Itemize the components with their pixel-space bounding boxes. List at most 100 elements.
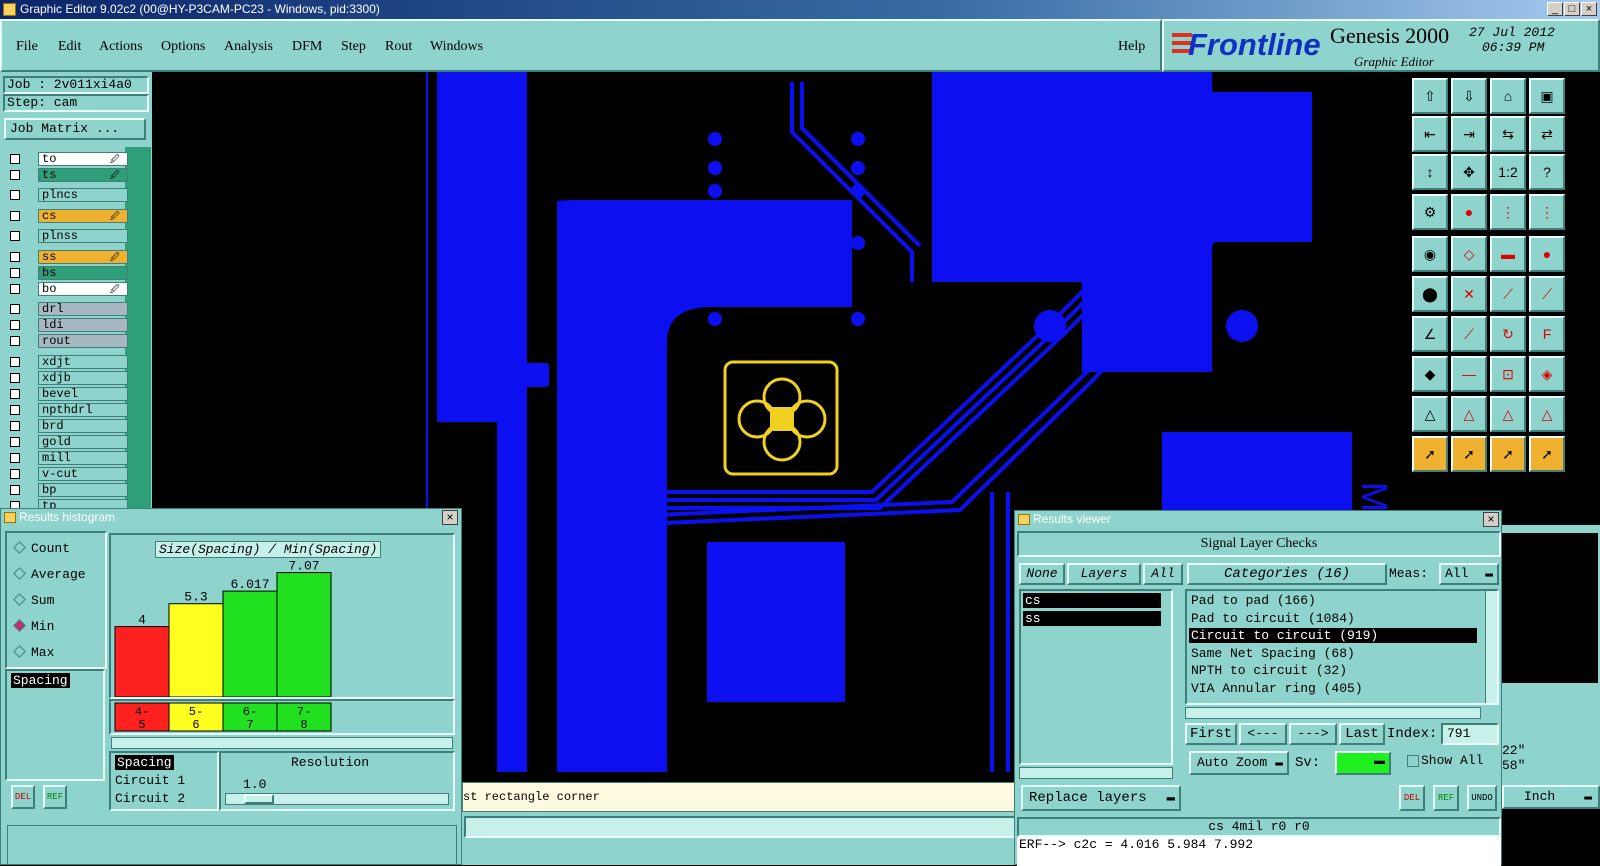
layer-checkbox[interactable] xyxy=(10,154,20,164)
maximize-button[interactable]: □ xyxy=(1564,2,1580,16)
layer-row-rout[interactable]: rout xyxy=(6,334,128,348)
menu-dfm[interactable]: DFM xyxy=(292,39,322,55)
layer-checkbox[interactable] xyxy=(10,421,20,431)
mode-min[interactable]: Min xyxy=(13,619,54,634)
layer-name[interactable]: bevel xyxy=(38,387,128,401)
feature-icon[interactable]: ◆ xyxy=(1412,356,1448,392)
layer-item-cs[interactable]: cs xyxy=(1023,593,1161,608)
job-matrix-button[interactable]: Job Matrix ... xyxy=(4,118,146,140)
settings-icon[interactable]: ⚙ xyxy=(1412,194,1448,230)
auto-zoom-select[interactable]: Auto Zoom ▬ xyxy=(1189,751,1289,775)
layer-row-plnss[interactable]: plnss xyxy=(6,229,128,243)
layer-checkbox[interactable] xyxy=(10,252,20,262)
category-item[interactable]: Circuit to circuit (919) xyxy=(1189,628,1477,643)
mirror-icon[interactable]: F xyxy=(1529,316,1565,352)
grid-icon[interactable]: ▣ xyxy=(1529,78,1565,114)
layer-checkbox[interactable] xyxy=(10,284,20,294)
all-button[interactable]: All xyxy=(1143,563,1183,585)
categories-button[interactable]: Categories (16) xyxy=(1187,563,1387,585)
menu-analysis[interactable]: Analysis xyxy=(224,39,273,55)
pad-icon[interactable]: ● xyxy=(1529,236,1565,272)
layers-a-icon[interactable]: ⋮ xyxy=(1490,194,1526,230)
layer-name[interactable]: drl xyxy=(38,302,128,316)
layer-results-list[interactable]: cs ss xyxy=(1019,589,1173,765)
histogram-bar[interactable] xyxy=(276,572,332,697)
tri-c-icon[interactable]: △ xyxy=(1490,396,1526,432)
hline-icon[interactable]: ― xyxy=(1451,356,1487,392)
layers-button[interactable]: Layers xyxy=(1067,563,1141,585)
layer-row-brd[interactable]: brd xyxy=(6,419,128,433)
index-input[interactable]: 791 xyxy=(1441,723,1499,745)
line-a-icon[interactable]: ⟋ xyxy=(1490,276,1526,312)
angle-icon[interactable]: ∠ xyxy=(1412,316,1448,352)
histogram-list[interactable]: Spacing Circuit 1 Circuit 2 xyxy=(109,751,219,811)
menu-options[interactable]: Options xyxy=(161,39,205,55)
mode-list[interactable]: Spacing xyxy=(5,669,105,781)
layer-checkbox[interactable] xyxy=(10,268,20,278)
fit-height-icon[interactable]: ↕ xyxy=(1412,154,1448,190)
swap-icon[interactable]: ⇆ xyxy=(1490,116,1526,152)
down-layer-icon[interactable]: ⇩ xyxy=(1451,78,1487,114)
menu-rout[interactable]: Rout xyxy=(385,39,412,55)
minimize-button[interactable]: _ xyxy=(1547,2,1563,16)
layer-row-npthdrl[interactable]: npthdrl xyxy=(6,403,128,417)
histogram-bar[interactable] xyxy=(114,626,170,697)
rotate-icon[interactable]: ↻ xyxy=(1490,316,1526,352)
layer-name[interactable]: npthdrl xyxy=(38,403,128,417)
layer-checkbox[interactable] xyxy=(10,336,20,346)
layer-name[interactable]: bs xyxy=(38,266,128,280)
layer-name[interactable]: mill xyxy=(38,451,128,465)
layer-row-plncs[interactable]: plncs xyxy=(6,188,128,202)
show-all-checkbox[interactable] xyxy=(1407,755,1419,767)
resolution-slider[interactable] xyxy=(225,793,449,805)
node-icon[interactable]: ⬤ xyxy=(1412,276,1448,312)
replace-layers-select[interactable]: Replace layers ▬ xyxy=(1021,785,1181,811)
layers-b-icon[interactable]: ⋮ xyxy=(1529,194,1565,230)
layer-row-mill[interactable]: mill xyxy=(6,451,128,465)
layer-checkbox[interactable] xyxy=(10,485,20,495)
histogram-bar[interactable] xyxy=(222,590,278,697)
mode-sum[interactable]: Sum xyxy=(13,593,54,608)
histogram-scrollbar[interactable] xyxy=(111,737,453,749)
layer-checkbox[interactable] xyxy=(10,357,20,367)
none-button[interactable]: None xyxy=(1019,563,1065,585)
select-box-icon[interactable]: ➚ xyxy=(1451,436,1487,472)
mode-list-item[interactable]: Spacing xyxy=(11,673,70,688)
layer-item-ss[interactable]: ss xyxy=(1023,611,1161,626)
last-button[interactable]: Last xyxy=(1339,723,1385,745)
list-item-spacing[interactable]: Spacing xyxy=(115,755,174,770)
category-item[interactable]: VIA Annular ring (405) xyxy=(1189,681,1477,696)
prev-button[interactable]: <--- xyxy=(1239,723,1287,745)
close-icon[interactable]: × xyxy=(1483,512,1499,527)
menu-file[interactable]: File xyxy=(16,39,38,55)
units-select[interactable]: Inch ▬ xyxy=(1502,785,1600,809)
layer-name[interactable]: brd xyxy=(38,419,128,433)
layer-row-drl[interactable]: drl xyxy=(6,302,128,316)
layer-row-to[interactable]: to 🖉 xyxy=(6,152,128,166)
category-item[interactable]: Pad to circuit (1084) xyxy=(1189,611,1477,626)
layer-row-bevel[interactable]: bevel xyxy=(6,387,128,401)
help-icon[interactable]: ? xyxy=(1529,154,1565,190)
select-icon[interactable]: ➚ xyxy=(1412,436,1448,472)
layer-checkbox[interactable] xyxy=(10,170,20,180)
mode-count[interactable]: Count xyxy=(13,541,70,556)
layer-name[interactable]: rout xyxy=(38,334,128,348)
slope-icon[interactable]: ⟋ xyxy=(1451,316,1487,352)
layer-row-bp[interactable]: bp xyxy=(6,483,128,497)
layer-checkbox[interactable] xyxy=(10,320,20,330)
select-round-icon[interactable]: ➚ xyxy=(1490,436,1526,472)
align-right-icon[interactable]: ⇥ xyxy=(1451,116,1487,152)
menu-windows[interactable]: Windows xyxy=(430,39,483,55)
slider-handle[interactable] xyxy=(244,794,274,804)
snap-edge-icon[interactable]: ◇ xyxy=(1451,236,1487,272)
category-item[interactable]: NPTH to circuit (32) xyxy=(1189,663,1477,678)
list-item-circuit2[interactable]: Circuit 2 xyxy=(115,791,185,806)
mode-average[interactable]: Average xyxy=(13,567,86,582)
close-button[interactable]: × xyxy=(1581,2,1597,16)
layer-checkbox[interactable] xyxy=(10,304,20,314)
category-item[interactable]: Pad to pad (166) xyxy=(1189,593,1477,608)
cross-icon[interactable]: ✕ xyxy=(1451,276,1487,312)
menu-actions[interactable]: Actions xyxy=(99,39,143,55)
layer-row-ss[interactable]: ss 🖉 xyxy=(6,250,128,264)
histogram-bar[interactable] xyxy=(168,603,224,697)
